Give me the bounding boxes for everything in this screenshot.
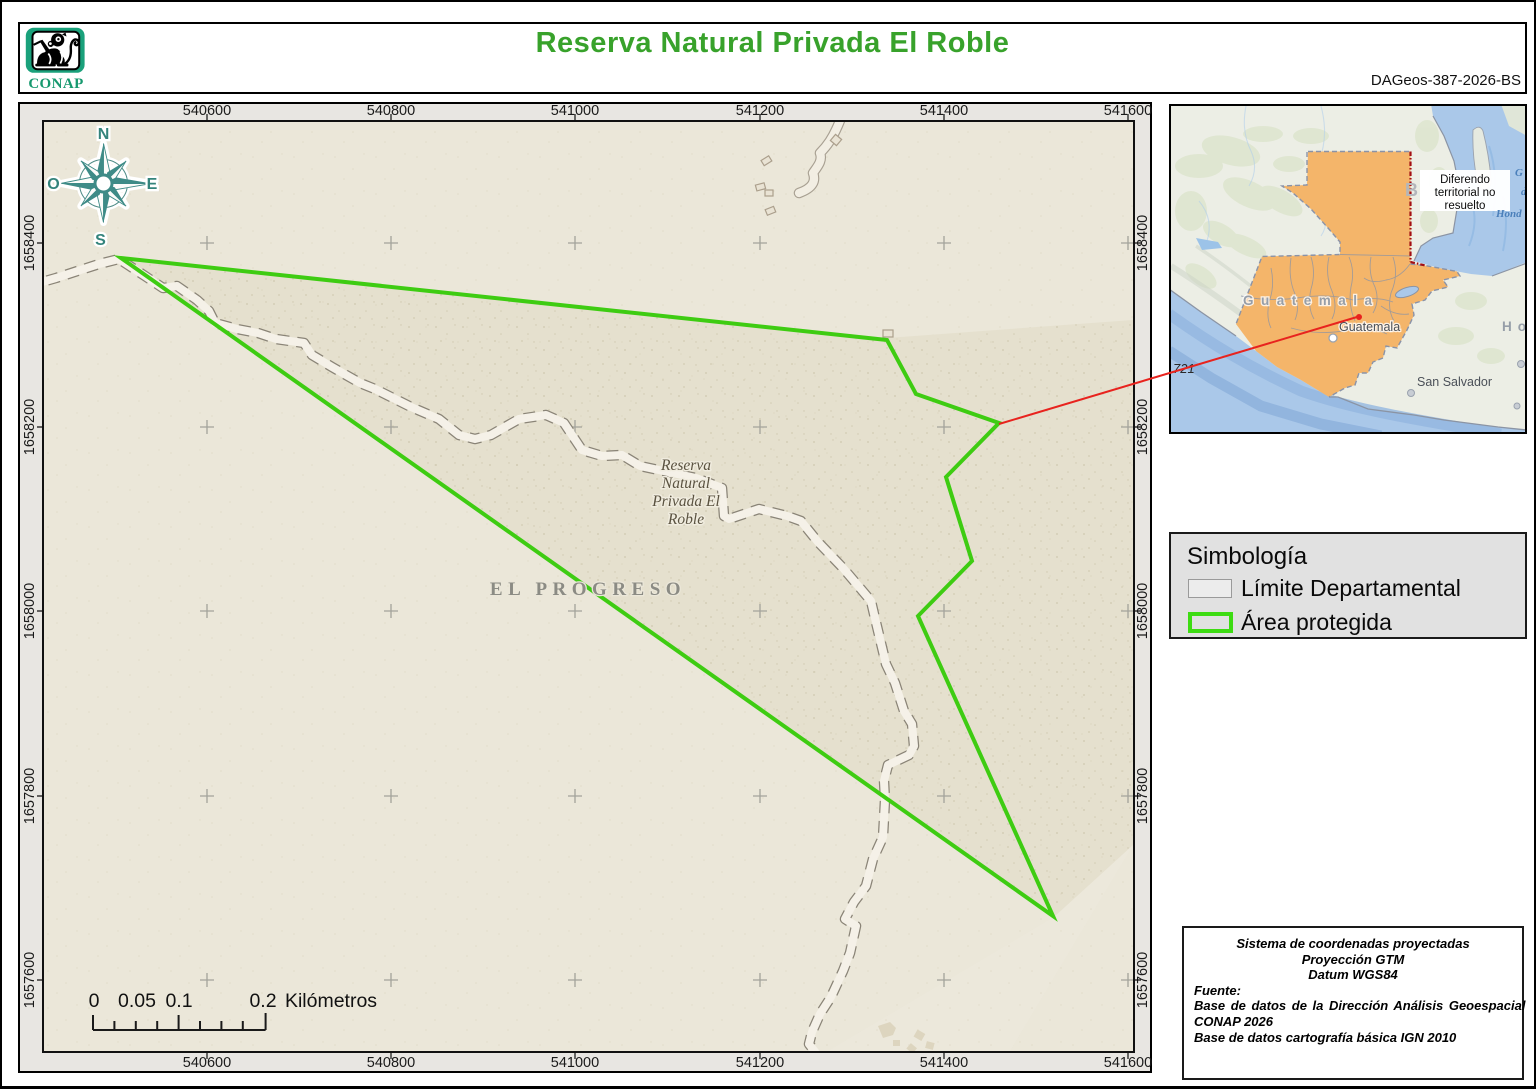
svg-text:CONAP: CONAP — [28, 76, 83, 90]
svg-text:0: 0 — [89, 990, 100, 1012]
svg-text:resuelto: resuelto — [1445, 200, 1486, 212]
svg-text:E: E — [147, 176, 158, 193]
svg-text:0.2: 0.2 — [249, 990, 276, 1012]
svg-text:territorial no: territorial no — [1435, 187, 1496, 199]
svg-text:EL PROGRESO: EL PROGRESO — [490, 579, 686, 600]
svg-text:Diferendo: Diferendo — [1440, 174, 1490, 186]
svg-text:San Salvador: San Salvador — [1417, 375, 1492, 389]
svg-text:Hond: Hond — [1495, 208, 1522, 220]
svg-text:G: G — [1515, 167, 1523, 179]
svg-text:O: O — [47, 176, 59, 193]
svg-text:Roble: Roble — [667, 511, 704, 528]
svg-text:Guatemala: Guatemala — [1339, 320, 1400, 334]
svg-text:Privada El: Privada El — [651, 493, 720, 510]
svg-text:Kilómetros: Kilómetros — [285, 990, 377, 1012]
svg-text:N: N — [98, 126, 110, 143]
svg-text:Natural: Natural — [661, 475, 710, 492]
svg-text:S: S — [95, 232, 106, 249]
svg-text:d: d — [1521, 186, 1525, 198]
svg-text:721: 721 — [1173, 361, 1195, 376]
svg-text:B: B — [1405, 180, 1418, 200]
svg-text:0.05: 0.05 — [118, 990, 156, 1012]
svg-text:Ho: Ho — [1502, 319, 1525, 334]
svg-text:Reserva: Reserva — [660, 457, 711, 474]
svg-text:Guatemala: Guatemala — [1243, 293, 1380, 308]
svg-text:0.1: 0.1 — [165, 990, 192, 1012]
